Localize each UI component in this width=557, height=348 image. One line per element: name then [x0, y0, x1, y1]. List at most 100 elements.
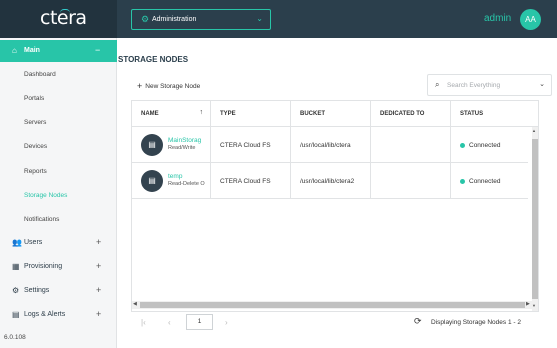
- column-header-bucket[interactable]: BUCKET: [291, 101, 371, 127]
- column-header-label: DEDICATED TO: [380, 111, 425, 117]
- search-input[interactable]: ⌕ Search Everything ⌄: [427, 74, 552, 96]
- next-page-icon[interactable]: ›: [225, 318, 228, 327]
- username[interactable]: admin: [484, 13, 511, 24]
- new-storage-node-label: New Storage Node: [145, 83, 201, 90]
- page-number-input[interactable]: 1: [186, 314, 213, 330]
- cell-type: CTERA Cloud FS: [211, 127, 291, 163]
- storage-node-icon: ▤: [141, 170, 163, 192]
- status-text: Connected: [469, 178, 501, 185]
- cell-status: Connected: [451, 163, 528, 199]
- cell-text: CTERA Cloud FS: [220, 178, 271, 185]
- vertical-scroll-thumb[interactable]: [532, 139, 538, 299]
- sidebar-section-users[interactable]: 👥 Users +: [0, 237, 117, 251]
- expand-icon[interactable]: +: [96, 261, 101, 271]
- search-placeholder: Search Everything: [447, 82, 501, 89]
- column-header-name[interactable]: NAME ↑: [132, 101, 211, 127]
- sidebar-item-devices[interactable]: Devices: [24, 143, 47, 150]
- log-icon: ▤: [12, 310, 20, 319]
- sidebar-item-notifications[interactable]: Notifications: [24, 216, 59, 223]
- expand-icon[interactable]: +: [96, 237, 101, 247]
- column-header-label: STATUS: [460, 111, 484, 117]
- vertical-scrollbar[interactable]: ▲ ▼: [532, 127, 538, 311]
- sidebar-item-servers[interactable]: Servers: [24, 119, 46, 126]
- sidebar-item-dashboard[interactable]: Dashboard: [24, 71, 56, 78]
- status-dot: [460, 179, 465, 184]
- column-header-type[interactable]: TYPE: [211, 101, 291, 127]
- table-header: NAME ↑ TYPE BUCKET DEDICATED TO STATUS: [132, 101, 538, 127]
- avatar[interactable]: AA: [520, 9, 541, 30]
- cell-bucket: /usr/local/lib/ctera2: [291, 163, 371, 199]
- users-icon: 👥: [12, 238, 22, 247]
- status-dot: [460, 143, 465, 148]
- logo-text: ctera: [40, 7, 87, 29]
- sidebar-section-settings[interactable]: ⚙ Settings +: [0, 285, 117, 299]
- new-storage-node-button[interactable]: + New Storage Node: [137, 81, 200, 91]
- cell-text: /usr/local/lib/ctera2: [300, 178, 355, 185]
- sidebar-section-provisioning[interactable]: ▦ Provisioning +: [0, 261, 117, 275]
- scroll-left-icon[interactable]: ◀: [133, 301, 137, 307]
- sidebar-section-label: Settings: [24, 287, 50, 294]
- column-header-dedicated-to[interactable]: DEDICATED TO: [371, 101, 451, 127]
- collapse-icon[interactable]: −: [95, 45, 100, 55]
- scroll-down-icon[interactable]: ▼: [532, 303, 536, 308]
- pagination-bar: |‹ ‹ 1 › ⟳ Displaying Storage Nodes 1 - …: [131, 314, 539, 332]
- node-access: Read-Delete O: [168, 181, 205, 187]
- column-header-label: BUCKET: [300, 111, 325, 117]
- cell-name: ▤ temp Read-Delete O: [132, 163, 211, 199]
- sort-asc-icon[interactable]: ↑: [200, 109, 204, 116]
- chevron-down-icon[interactable]: ⌄: [539, 80, 545, 88]
- refresh-icon[interactable]: ⟳: [414, 316, 422, 327]
- logo[interactable]: ctera: [0, 0, 117, 38]
- status-text: Connected: [469, 142, 501, 149]
- sidebar-section-label: Logs & Alerts: [24, 311, 66, 318]
- gear-icon: ⚙: [141, 14, 150, 24]
- column-header-label: NAME: [141, 111, 159, 117]
- sidebar-item-storage-nodes[interactable]: Storage Nodes: [24, 192, 67, 199]
- plus-icon: +: [137, 81, 143, 91]
- top-bar: ctera ⚙ Administration ⌄ admin AA: [0, 0, 557, 38]
- horizontal-scrollbar[interactable]: ◀ ▶: [132, 301, 532, 309]
- pagination-status: Displaying Storage Nodes 1 - 2: [431, 319, 521, 326]
- main-content: STORAGE NODES + New Storage Node ⌕ Search…: [118, 38, 553, 344]
- cell-name: ▤ MainStorag Read/Write: [132, 127, 211, 163]
- node-access: Read/Write: [168, 145, 196, 151]
- page-title: STORAGE NODES: [118, 55, 189, 64]
- gear-icon: ⚙: [12, 286, 20, 295]
- node-name-link[interactable]: temp: [168, 173, 182, 180]
- column-header-label: TYPE: [220, 111, 236, 117]
- storage-node-icon: ▤: [141, 134, 163, 156]
- sidebar-section-logs-alerts[interactable]: ▤ Logs & Alerts +: [0, 309, 117, 323]
- first-page-icon[interactable]: |‹: [141, 318, 146, 327]
- home-icon: ⌂: [12, 46, 17, 55]
- cell-bucket: /usr/local/lib/ctera: [291, 127, 371, 163]
- sidebar: ⌂ Main − Dashboard Portals Servers Devic…: [0, 38, 117, 348]
- search-icon: ⌕: [435, 80, 440, 89]
- sidebar-section-label: Main: [24, 47, 40, 54]
- cell-text: /usr/local/lib/ctera: [300, 142, 351, 149]
- chevron-down-icon: ⌄: [256, 14, 263, 23]
- table-row[interactable]: ▤ temp Read-Delete O CTERA Cloud FS /usr…: [132, 163, 528, 199]
- storage-nodes-table: NAME ↑ TYPE BUCKET DEDICATED TO STATUS ▤…: [131, 100, 539, 312]
- sidebar-item-portals[interactable]: Portals: [24, 95, 44, 102]
- node-name-link[interactable]: MainStorag: [168, 137, 201, 144]
- sidebar-item-reports[interactable]: Reports: [24, 168, 47, 175]
- expand-icon[interactable]: +: [96, 285, 101, 295]
- table-row[interactable]: ▤ MainStorag Read/Write CTERA Cloud FS /…: [132, 127, 528, 163]
- expand-icon[interactable]: +: [96, 309, 101, 319]
- context-select-label: Administration: [152, 16, 197, 23]
- prev-page-icon[interactable]: ‹: [168, 318, 171, 327]
- scroll-right-icon[interactable]: ▶: [526, 301, 530, 307]
- cell-status: Connected: [451, 127, 528, 163]
- column-header-status[interactable]: STATUS: [451, 101, 538, 127]
- sidebar-section-label: Provisioning: [24, 263, 63, 270]
- version-label: 6.0.108: [4, 334, 26, 341]
- sidebar-section-main[interactable]: ⌂ Main −: [0, 40, 117, 62]
- cell-dedicated-to: [371, 127, 451, 163]
- horizontal-scroll-thumb[interactable]: [140, 302, 525, 308]
- scroll-up-icon[interactable]: ▲: [532, 128, 536, 133]
- cell-dedicated-to: [371, 163, 451, 199]
- context-select[interactable]: ⚙ Administration ⌄: [131, 9, 271, 30]
- sidebar-section-label: Users: [24, 239, 43, 246]
- grid-icon: ▦: [12, 262, 20, 271]
- cell-text: CTERA Cloud FS: [220, 142, 271, 149]
